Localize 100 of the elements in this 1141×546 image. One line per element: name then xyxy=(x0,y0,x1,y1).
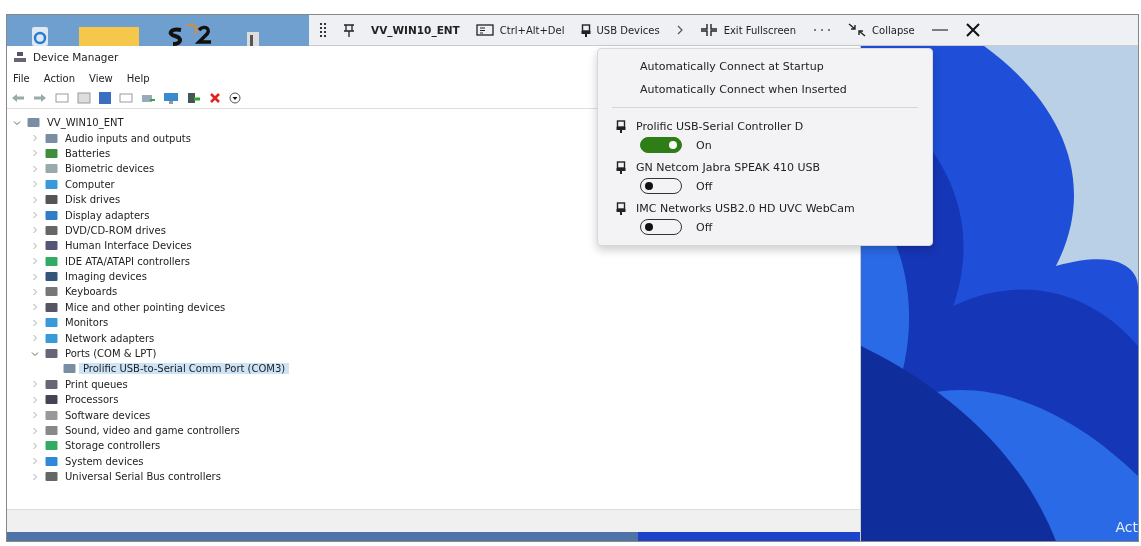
toggle-state: Off xyxy=(696,220,713,234)
collapsed-caret-icon[interactable] xyxy=(31,180,39,189)
collapsed-caret-icon[interactable] xyxy=(31,395,39,404)
tree-item[interactable]: Prolific USB-to-Serial Comm Port (COM3) xyxy=(79,363,290,375)
device-icon xyxy=(45,455,58,467)
tree-item[interactable]: Sound, video and game controllers xyxy=(61,425,244,436)
tree-item[interactable]: Mice and other pointing devices xyxy=(61,301,230,313)
collapsed-caret-icon[interactable] xyxy=(31,134,39,143)
activation-watermark: Act xyxy=(1115,519,1138,535)
device-icon xyxy=(45,255,58,267)
device-icon xyxy=(45,348,58,360)
tree-item[interactable]: Monitors xyxy=(61,317,113,329)
device-icon xyxy=(45,301,58,313)
collapsed-caret-icon[interactable] xyxy=(31,195,39,204)
toggle-state: Off xyxy=(696,179,713,193)
folder-icon[interactable] xyxy=(79,24,139,46)
tree-item[interactable]: Network adapters xyxy=(61,332,159,344)
tree-item[interactable]: Keyboards xyxy=(61,286,122,298)
collapsed-caret-icon[interactable] xyxy=(31,211,39,220)
collapsed-caret-icon[interactable] xyxy=(31,257,39,266)
keyboard-icon xyxy=(475,24,494,36)
collapsed-caret-icon[interactable] xyxy=(31,241,39,250)
device-icon xyxy=(45,425,58,436)
collapsed-caret-icon[interactable] xyxy=(31,441,39,450)
toggle-state: On xyxy=(696,138,712,152)
usb-devices-button[interactable]: USB Devices xyxy=(580,23,660,37)
tree-item[interactable]: Ports (COM & LPT) xyxy=(61,348,161,360)
device-icon xyxy=(45,394,58,406)
collapsed-caret-icon[interactable] xyxy=(31,318,39,327)
back-arrow-icon[interactable] xyxy=(11,93,25,103)
menu-option[interactable]: Automatically Connect at Startup xyxy=(598,55,932,78)
tree-item[interactable]: Computer xyxy=(61,178,119,190)
device-icon xyxy=(45,240,58,252)
tree-item[interactable]: Human Interface Devices xyxy=(61,240,196,252)
device-icon xyxy=(45,332,58,344)
menu-option[interactable]: Automatically Connect when Inserted xyxy=(598,78,932,101)
tree-item[interactable]: Biometric devices xyxy=(61,163,159,175)
chevron-right-icon[interactable] xyxy=(675,24,684,36)
collapsed-caret-icon[interactable] xyxy=(31,334,39,343)
uninstall-x-icon[interactable] xyxy=(209,92,221,104)
device-icon xyxy=(45,471,58,483)
collapsed-caret-icon[interactable] xyxy=(31,411,39,420)
collapsed-caret-icon[interactable] xyxy=(31,288,39,296)
expanded-caret-icon[interactable] xyxy=(13,118,21,127)
tree-item[interactable]: Print queues xyxy=(61,378,132,390)
usb-plug-icon xyxy=(616,120,626,133)
device-icon xyxy=(45,132,58,144)
monitor-icon[interactable] xyxy=(163,92,179,104)
usb-plug-icon xyxy=(580,23,591,37)
collapsed-caret-icon[interactable] xyxy=(31,272,39,281)
tree-item[interactable]: Imaging devices xyxy=(61,271,151,283)
tree-item[interactable]: IDE ATA/ATAPI controllers xyxy=(61,255,195,267)
tree-item[interactable]: Storage controllers xyxy=(61,440,165,452)
tree-item[interactable]: DVD/CD-ROM drives xyxy=(61,224,170,236)
tree-item[interactable]: Universal Serial Bus controllers xyxy=(61,471,225,483)
tree-item[interactable]: System devices xyxy=(61,455,148,467)
collapsed-caret-icon[interactable] xyxy=(31,226,39,235)
expanded-caret-icon[interactable] xyxy=(31,349,39,358)
device-icon xyxy=(45,317,58,329)
tree-item[interactable]: VV_WIN10_ENT xyxy=(43,117,128,129)
collapsed-caret-icon[interactable] xyxy=(31,472,39,481)
device-icon xyxy=(45,224,58,236)
grip-icon[interactable] xyxy=(319,21,327,39)
exit-fullscreen-button[interactable]: Exit Fullscreen xyxy=(699,23,797,37)
device-icon xyxy=(45,163,58,175)
menu-item[interactable]: File xyxy=(13,72,30,84)
device-name: Prolific USB-Serial Controller D xyxy=(636,120,804,133)
device-icon xyxy=(45,409,58,421)
device-icon xyxy=(45,209,58,221)
device-icon xyxy=(45,378,58,390)
collapsed-caret-icon[interactable] xyxy=(31,426,39,435)
collapsed-caret-icon[interactable] xyxy=(31,149,39,158)
more-icon[interactable] xyxy=(812,27,833,33)
tree-item[interactable]: Disk drives xyxy=(61,194,125,206)
collapsed-caret-icon[interactable] xyxy=(31,303,39,312)
exit-fullscreen-icon xyxy=(699,23,718,37)
tree-item[interactable]: Batteries xyxy=(61,147,115,159)
toggle-switch[interactable] xyxy=(640,137,682,153)
menu-item[interactable]: Help xyxy=(126,72,150,84)
forward-arrow-icon[interactable] xyxy=(33,93,47,103)
tree-item[interactable]: Audio inputs and outputs xyxy=(61,132,195,144)
tree-item[interactable]: Software devices xyxy=(61,409,155,421)
collapsed-caret-icon[interactable] xyxy=(31,380,39,389)
minimize-icon[interactable] xyxy=(930,28,949,32)
device-name: IMC Networks USB2.0 HD UVC WebCam xyxy=(636,202,855,215)
tree-item[interactable]: Processors xyxy=(61,394,123,406)
ctrl-alt-del-button[interactable]: Ctrl+Alt+Del xyxy=(475,24,565,36)
collapsed-caret-icon[interactable] xyxy=(31,164,39,173)
collapse-button[interactable]: Collapse xyxy=(848,23,915,37)
close-icon[interactable] xyxy=(964,22,981,38)
device-icon xyxy=(63,363,76,375)
device-icon xyxy=(45,271,58,283)
device-manager-icon xyxy=(13,51,27,63)
download-circle-icon[interactable] xyxy=(229,92,241,104)
pin-icon[interactable] xyxy=(343,23,355,37)
collapsed-caret-icon[interactable] xyxy=(31,457,39,466)
tree-item[interactable]: Display adapters xyxy=(61,209,154,221)
menu-item[interactable]: Action xyxy=(43,72,76,84)
device-icon xyxy=(45,194,58,206)
menu-item[interactable]: View xyxy=(89,72,113,84)
